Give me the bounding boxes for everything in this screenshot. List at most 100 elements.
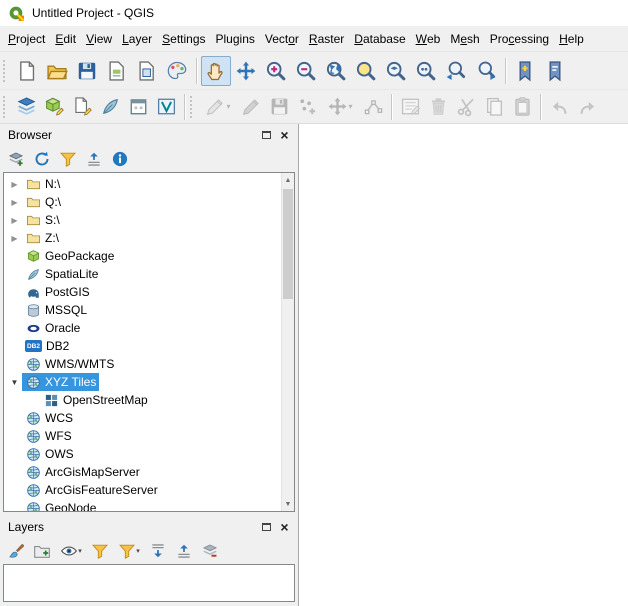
toolbar-grip[interactable] xyxy=(3,96,9,118)
zoom-next-button[interactable] xyxy=(471,56,501,86)
toolbar-grip[interactable] xyxy=(3,60,9,82)
toggle-editing-button[interactable] xyxy=(237,93,265,121)
menu-plugins[interactable]: Plugins xyxy=(211,26,260,51)
zoom-in-button[interactable] xyxy=(261,56,291,86)
add-group-button[interactable] xyxy=(30,539,54,563)
expand-all-button[interactable] xyxy=(146,539,170,563)
save-layer-edits-button[interactable] xyxy=(265,93,293,121)
menu-help[interactable]: Help xyxy=(554,26,589,51)
cut-features-button[interactable] xyxy=(452,93,480,121)
zoom-native-resolution-button[interactable] xyxy=(411,56,441,86)
browser-item-xyz-tiles[interactable]: ▼ XYZ Tiles xyxy=(4,373,281,391)
collapse-all-button[interactable] xyxy=(172,539,196,563)
zoom-to-selection-button[interactable] xyxy=(351,56,381,86)
menu-mesh[interactable]: Mesh xyxy=(445,26,484,51)
redo-button[interactable] xyxy=(573,93,601,121)
open-data-source-manager-button[interactable] xyxy=(12,93,40,121)
new-temporary-scratch-layer-button[interactable] xyxy=(124,93,152,121)
menu-processing[interactable]: Processing xyxy=(485,26,554,51)
paste-features-button[interactable] xyxy=(508,93,536,121)
expander-icon[interactable]: ▼ xyxy=(7,378,22,387)
zoom-to-layer-button[interactable] xyxy=(381,56,411,86)
menu-layer[interactable]: Layer xyxy=(117,26,157,51)
browser-item-mssql[interactable]: MSSQL xyxy=(4,301,281,319)
browser-item-wfs[interactable]: WFS xyxy=(4,427,281,445)
zoom-out-button[interactable] xyxy=(291,56,321,86)
layers-undock-button[interactable] xyxy=(259,520,274,535)
menu-edit[interactable]: Edit xyxy=(50,26,81,51)
properties-widget-button[interactable] xyxy=(108,147,132,171)
selected-item[interactable]: XYZ Tiles xyxy=(22,373,99,391)
browser-item-db2[interactable]: DB2DB2 xyxy=(4,337,281,355)
pan-to-selection-button[interactable] xyxy=(231,56,261,86)
browser-item-wms-wmts[interactable]: WMS/WMTS xyxy=(4,355,281,373)
pan-map-button[interactable] xyxy=(201,56,231,86)
scroll-down-button[interactable]: ▼ xyxy=(282,497,294,511)
new-bookmark-button[interactable] xyxy=(510,56,540,86)
scrollbar-thumb[interactable] xyxy=(283,189,293,299)
manage-map-themes-button[interactable]: ▾ xyxy=(56,539,86,563)
menu-database[interactable]: Database xyxy=(349,26,410,51)
browser-item-s-drive[interactable]: ▶ S:\ xyxy=(4,211,281,229)
new-shapefile-layer-button[interactable] xyxy=(68,93,96,121)
new-virtual-layer-button[interactable] xyxy=(152,93,180,121)
style-manager-button[interactable] xyxy=(162,56,192,86)
browser-close-button[interactable]: × xyxy=(277,128,292,143)
menu-project[interactable]: Project xyxy=(3,26,50,51)
browser-scrollbar[interactable]: ▲ ▼ xyxy=(281,173,294,511)
browser-item-spatialite[interactable]: SpatiaLite xyxy=(4,265,281,283)
save-project-button[interactable] xyxy=(72,56,102,86)
browser-undock-button[interactable] xyxy=(259,128,274,143)
new-print-layout-button[interactable] xyxy=(102,56,132,86)
layers-close-button[interactable]: × xyxy=(277,520,292,535)
new-spatialite-layer-button[interactable] xyxy=(96,93,124,121)
remove-layer-button[interactable] xyxy=(198,539,222,563)
expander-icon[interactable]: ▶ xyxy=(7,198,22,207)
map-canvas[interactable] xyxy=(298,124,628,606)
filter-by-expression-button[interactable]: ▾ xyxy=(114,539,144,563)
zoom-last-button[interactable] xyxy=(441,56,471,86)
open-layer-styling-button[interactable] xyxy=(4,539,28,563)
layers-list[interactable] xyxy=(3,564,295,602)
browser-item-geopackage[interactable]: GeoPackage xyxy=(4,247,281,265)
add-selected-layers-button[interactable] xyxy=(4,147,28,171)
show-bookmarks-button[interactable] xyxy=(540,56,570,86)
new-geopackage-layer-button[interactable] xyxy=(40,93,68,121)
browser-item-q-drive[interactable]: ▶ Q:\ xyxy=(4,193,281,211)
modify-attributes-button[interactable] xyxy=(396,93,424,121)
refresh-button[interactable] xyxy=(30,147,54,171)
show-layout-manager-button[interactable] xyxy=(132,56,162,86)
scroll-up-button[interactable]: ▲ xyxy=(282,173,294,187)
menu-raster[interactable]: Raster xyxy=(304,26,349,51)
browser-item-arcgismapserver[interactable]: ArcGisMapServer xyxy=(4,463,281,481)
new-project-button[interactable] xyxy=(12,56,42,86)
collapse-all-button[interactable] xyxy=(82,147,106,171)
menu-web[interactable]: Web xyxy=(411,26,446,51)
copy-features-button[interactable] xyxy=(480,93,508,121)
undo-button[interactable] xyxy=(545,93,573,121)
browser-item-postgis[interactable]: PostGIS xyxy=(4,283,281,301)
vertex-tool-button[interactable] xyxy=(359,93,387,121)
expander-icon[interactable]: ▶ xyxy=(7,216,22,225)
open-project-button[interactable] xyxy=(42,56,72,86)
browser-item-openstreetmap[interactable]: OpenStreetMap xyxy=(4,391,281,409)
browser-item-geonode[interactable]: GeoNode xyxy=(4,499,281,511)
browser-item-z-drive[interactable]: ▶ Z:\ xyxy=(4,229,281,247)
move-feature-button[interactable]: ▾ xyxy=(321,93,359,121)
delete-selected-button[interactable] xyxy=(424,93,452,121)
browser-item-wcs[interactable]: WCS xyxy=(4,409,281,427)
menu-view[interactable]: View xyxy=(81,26,117,51)
expander-icon[interactable]: ▶ xyxy=(7,234,22,243)
filter-legend-button[interactable] xyxy=(88,539,112,563)
browser-item-arcgisfeatureserver[interactable]: ArcGisFeatureServer xyxy=(4,481,281,499)
current-edits-button[interactable]: ▾ xyxy=(199,93,237,121)
browser-item-n-drive[interactable]: ▶ N:\ xyxy=(4,175,281,193)
browser-item-oracle[interactable]: Oracle xyxy=(4,319,281,337)
menu-settings[interactable]: Settings xyxy=(157,26,210,51)
add-feature-button[interactable] xyxy=(293,93,321,121)
toolbar-grip[interactable] xyxy=(190,96,196,118)
zoom-full-button[interactable] xyxy=(321,56,351,86)
browser-item-ows[interactable]: OWS xyxy=(4,445,281,463)
expander-icon[interactable]: ▶ xyxy=(7,180,22,189)
filter-browser-button[interactable] xyxy=(56,147,80,171)
